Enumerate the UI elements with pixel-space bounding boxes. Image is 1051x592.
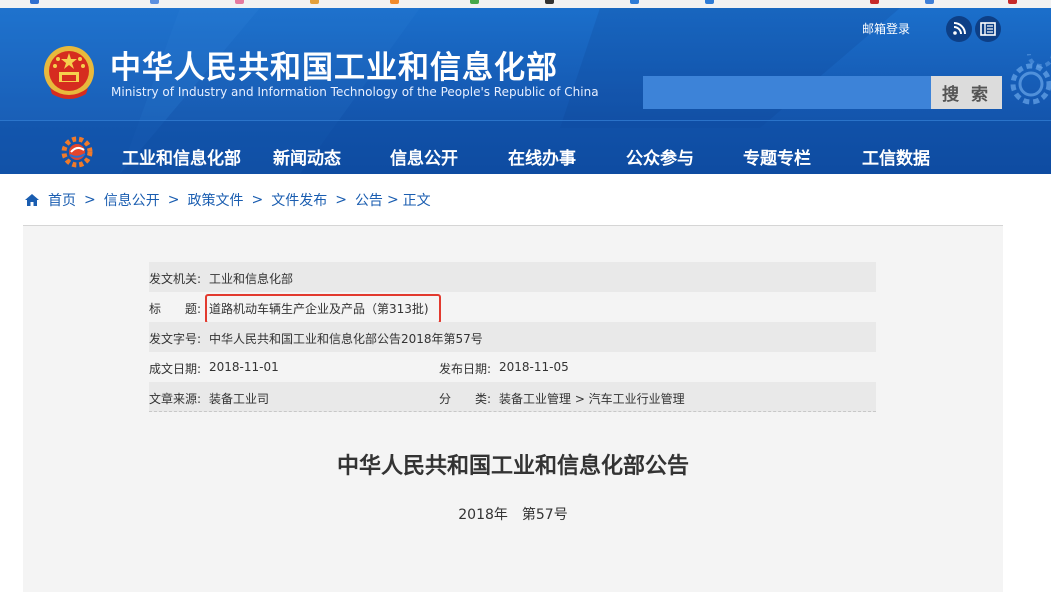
title-label: 标 题: [149,302,202,316]
rss-icon [953,22,966,35]
breadcrumb-disclosure[interactable]: 信息公开 [104,190,160,210]
source-value: 装备工业司 [209,392,270,406]
breadcrumb-announcement[interactable]: 公告 [355,190,383,210]
meta-row-source: 文章来源: 装备工业司 分 类: 装备工业管理 > 汽车工业行业管理 [149,382,876,412]
meta-row-doc-number: 发文字号: 中华人民共和国工业和信息化部公告2018年第57号 [149,322,876,352]
site-title: 中华人民共和国工业和信息化部 [110,50,558,86]
breadcrumb-separator: > [335,192,347,208]
breadcrumb: 首页 > 信息公开 > 政策文件 > 文件发布 > 公告 > 正文 [24,190,431,210]
gear-icon [1010,54,1051,105]
meta-row-issuer: 发文机关: 工业和信息化部 [149,262,876,292]
source-label: 文章来源: [149,392,202,406]
breadcrumb-separator: > [251,192,264,208]
site-header: 中华人民共和国工业和信息化部 Ministry of Industry and … [0,8,1051,174]
mail-login-link[interactable]: 邮箱登录 [862,20,910,37]
article-content: 发文机关: 工业和信息化部 标 题: 道路机动车辆生产企业及产品（第313批) … [23,225,1003,592]
breadcrumb-separator: > [386,192,399,208]
publish-date-value: 2018-11-05 [499,360,569,374]
search-button[interactable]: 搜 索 [931,76,1002,109]
doc-number-label: 发文字号: [149,332,202,346]
document-title: 中华人民共和国工业和信息化部公告 [336,454,689,479]
nav-item-news[interactable]: 新闻动态 [273,144,341,169]
document-number: 2018年 第57号 [458,507,568,523]
category-value: 装备工业管理 > 汽车工业行业管理 [499,392,685,406]
nav-item-disclosure[interactable]: 信息公开 [390,144,458,169]
breadcrumb-policy-docs[interactable]: 政策文件 [187,190,243,210]
book-button[interactable] [975,16,1001,42]
nav-item-special-topics[interactable]: 专题专栏 [743,144,811,169]
nav-item-public-participation[interactable]: 公众参与 [626,144,694,169]
doc-number-value: 中华人民共和国工业和信息化部公告2018年第57号 [209,332,483,346]
miit-logo-icon [61,136,93,168]
document-metadata: 发文机关: 工业和信息化部 标 题: 道路机动车辆生产企业及产品（第313批) … [149,262,876,412]
nav-item-online-services[interactable]: 在线办事 [508,144,576,169]
issuer-label: 发文机关: [149,272,202,286]
search-input[interactable] [643,76,931,109]
category-label: 分 类: [439,392,492,406]
site-subtitle: Ministry of Industry and Information Tec… [111,85,599,99]
meta-row-title: 标 题: 道路机动车辆生产企业及产品（第313批) [149,292,876,324]
book-icon [980,22,996,36]
issuer-value: 工业和信息化部 [209,272,294,286]
national-emblem-icon [44,46,94,99]
title-highlight-box [205,294,441,324]
breadcrumb-doc-release[interactable]: 文件发布 [271,190,327,210]
rss-button[interactable] [946,16,972,42]
written-date-label: 成文日期: [149,362,202,376]
meta-row-dates: 成文日期: 2018-11-01 发布日期: 2018-11-05 [149,352,876,382]
publish-date-label: 发布日期: [439,362,492,376]
browser-bookmarks-strip [0,0,1051,8]
written-date-value: 2018-11-01 [209,360,279,374]
nav-item-ministry[interactable]: 工业和信息化部 [122,144,241,169]
breadcrumb-separator: > [167,192,180,208]
nav-item-data[interactable]: 工信数据 [862,144,930,169]
breadcrumb-current: 正文 [402,193,431,209]
breadcrumb-separator: > [84,192,96,208]
home-icon[interactable] [24,193,40,207]
breadcrumb-home[interactable]: 首页 [48,190,76,210]
